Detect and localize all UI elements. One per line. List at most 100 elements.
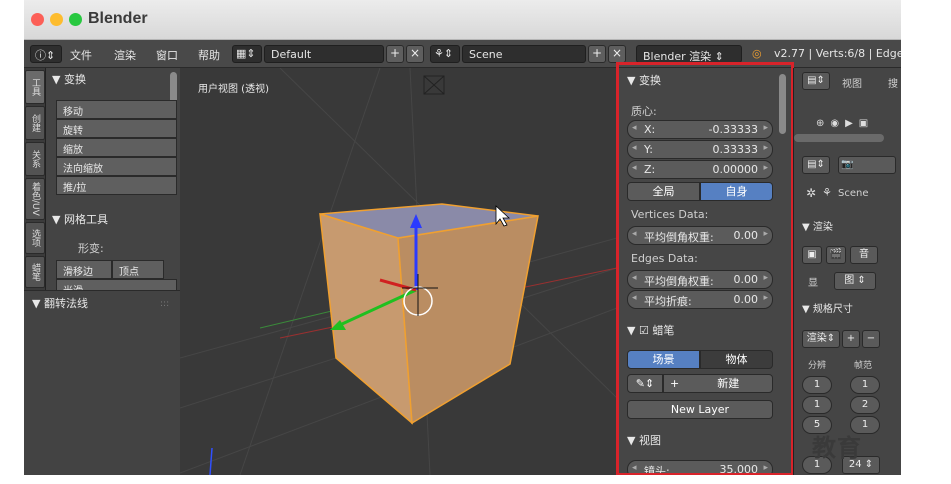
- deform-label: 形变:: [78, 242, 104, 255]
- version-stats: v2.77 | Verts:6/8 | Edges: [774, 47, 901, 60]
- remove-scene-button[interactable]: ×: [608, 45, 626, 63]
- flip-normals-header[interactable]: ▼ 翻转法线: [32, 295, 88, 315]
- slide-vertex-button[interactable]: 顶点: [112, 260, 164, 279]
- dimensions-panel-header[interactable]: ▼ 规格尺寸: [802, 300, 853, 320]
- gp-object-tab[interactable]: 物体: [700, 350, 773, 369]
- cube-mesh: [319, 203, 539, 425]
- tool-shelf: ▼ 变换 移动 旋转 缩放 法向缩放 推/拉 ▼ 网格工具 形变: 滑移边 顶点…: [46, 68, 180, 290]
- mesh-tools-header[interactable]: ▼ 网格工具: [52, 211, 108, 231]
- menu-help[interactable]: 帮助: [198, 47, 220, 63]
- camera-icon: [423, 75, 445, 95]
- scene-icon: ⚘: [434, 47, 444, 60]
- screen-layout-icon: ▦: [236, 47, 247, 60]
- scale-button[interactable]: 缩放: [56, 138, 177, 157]
- vertex-bevel-weight-field[interactable]: ◂ 平均倒角权重: 0.00 ▸: [627, 226, 773, 245]
- 3d-viewport[interactable]: 用户视图 (透视): [180, 68, 617, 475]
- tab-tools[interactable]: 工具: [25, 70, 45, 104]
- shrink-fatten-button[interactable]: 法向缩放: [56, 157, 177, 176]
- scene-context-label: Scene: [838, 188, 869, 199]
- info-icon: ⓘ: [35, 49, 46, 62]
- properties-context-tabs[interactable]: 📷: [838, 156, 896, 174]
- local-toggle[interactable]: 自身: [700, 182, 773, 201]
- render-preset-select[interactable]: 渲染⇕: [802, 330, 840, 348]
- transform-panel-header[interactable]: ▼ 变换: [52, 71, 86, 91]
- camera-render-icon: 📷: [841, 159, 854, 170]
- scene-field[interactable]: Scene: [462, 45, 586, 63]
- median-label: 质心:: [631, 105, 657, 118]
- layout-icon-selector[interactable]: ▦⇕: [232, 45, 262, 63]
- gp-brush-selector[interactable]: ✎⇕: [627, 374, 663, 393]
- window-title: Blender: [88, 10, 148, 27]
- push-pull-button[interactable]: 推/拉: [56, 176, 177, 195]
- lens-field[interactable]: ◂ 镜头: 35.000 ▸: [627, 460, 773, 475]
- title-bar: Blender: [24, 0, 901, 40]
- render-engine-select[interactable]: Blender 渲染 ⇕: [636, 45, 742, 63]
- scene-icon-selector[interactable]: ⚘⇕: [430, 45, 460, 63]
- menu-file[interactable]: 文件: [70, 47, 92, 63]
- layout-field[interactable]: Default: [264, 45, 384, 63]
- frame-start-field[interactable]: 1: [850, 376, 880, 394]
- remove-preset-button[interactable]: −: [862, 330, 880, 348]
- gp-scene-tab[interactable]: 场景: [627, 350, 700, 369]
- plus-icon: +: [670, 377, 680, 390]
- resolution-label: 分辨: [808, 361, 827, 371]
- display-mode-select[interactable]: 图 ⇕: [834, 272, 876, 290]
- n-transform-header[interactable]: ▼ 变换: [627, 72, 661, 92]
- add-scene-button[interactable]: +: [588, 45, 606, 63]
- display-label: 显: [808, 278, 818, 289]
- properties-editor: ▤⇕ 视图 搜 ⊕◉▶▣ ▤⇕ 📷 ✲ ⚘ Scene ▼ 渲染 ▣ 🎬 音 显…: [793, 68, 901, 475]
- outliner-restrict-icons[interactable]: ⊕◉▶▣: [816, 118, 874, 129]
- render-animation-button[interactable]: 🎬: [826, 246, 846, 264]
- add-layout-button[interactable]: +: [386, 45, 404, 63]
- close-window-button[interactable]: [31, 13, 44, 26]
- pin-icon[interactable]: ✲: [806, 186, 816, 200]
- render-panel-header[interactable]: ▼ 渲染: [802, 218, 833, 238]
- median-y-field[interactable]: ◂ Y: 0.33333 ▸: [627, 140, 773, 159]
- menu-window[interactable]: 窗口: [156, 47, 178, 63]
- blender-logo-icon: ◎: [752, 47, 762, 60]
- blender-window: Blender ⓘ⇕ 文件 渲染 窗口 帮助 ▦⇕ Default + × ⚘⇕…: [24, 0, 901, 475]
- remove-layout-button[interactable]: ×: [406, 45, 424, 63]
- new-layer-button[interactable]: New Layer: [627, 400, 773, 419]
- move-button[interactable]: 移动: [56, 100, 177, 119]
- outliner-view-menu[interactable]: 视图: [842, 75, 862, 90]
- smooth-button[interactable]: 光滑: [56, 279, 177, 290]
- info-header: ⓘ⇕ 文件 渲染 窗口 帮助 ▦⇕ Default + × ⚘⇕ Scene +…: [24, 40, 901, 68]
- resolution-x-field[interactable]: 1: [802, 376, 832, 394]
- mean-crease-field[interactable]: ◂ 平均折痕: 0.00 ▸: [627, 290, 773, 309]
- minimize-window-button[interactable]: [50, 13, 63, 26]
- properties-editor-selector[interactable]: ▤⇕: [802, 156, 830, 174]
- n-panel-scrollbar[interactable]: [779, 74, 786, 134]
- panel-grip-icon: :::: [160, 299, 170, 309]
- render-audio-button[interactable]: 音: [850, 246, 878, 264]
- rotate-button[interactable]: 旋转: [56, 119, 177, 138]
- outliner-scrollbar[interactable]: [794, 134, 884, 142]
- grease-pencil-label: 蜡笔: [652, 324, 675, 337]
- render-image-button[interactable]: ▣: [802, 246, 822, 264]
- tab-options[interactable]: 选项: [25, 222, 45, 254]
- tab-shading-uv[interactable]: 着色/UV: [25, 178, 45, 220]
- info-editor-selector[interactable]: ⓘ⇕: [30, 45, 62, 63]
- gp-new-button[interactable]: + 新建: [663, 374, 773, 393]
- grease-pencil-header[interactable]: ▼ ☑ 蜡笔: [627, 322, 674, 342]
- grease-pencil-checkbox[interactable]: ☑: [639, 324, 649, 337]
- tab-create[interactable]: 创建: [25, 106, 45, 140]
- outliner-editor-selector[interactable]: ▤⇕: [802, 72, 830, 90]
- median-z-field[interactable]: ◂ Z: 0.00000 ▸: [627, 160, 773, 179]
- tab-grease-pencil[interactable]: 蜡笔: [25, 256, 45, 288]
- zoom-window-button[interactable]: [69, 13, 82, 26]
- tool-shelf-tabs: 工具 创建 关系 着色/UV 选项 蜡笔: [24, 68, 46, 290]
- outliner-search-menu[interactable]: 搜: [888, 75, 898, 90]
- vertices-data-label: Vertices Data:: [631, 208, 709, 221]
- menu-render[interactable]: 渲染: [114, 47, 136, 63]
- tab-relations[interactable]: 关系: [25, 142, 45, 176]
- add-preset-button[interactable]: +: [842, 330, 860, 348]
- view-panel-header[interactable]: ▼ 视图: [627, 432, 661, 452]
- watermark: 教育: [812, 434, 862, 462]
- global-toggle[interactable]: 全局: [627, 182, 700, 201]
- slide-edge-button[interactable]: 滑移边: [56, 260, 112, 279]
- resolution-y-field[interactable]: 1: [802, 396, 832, 414]
- frame-end-field[interactable]: 2: [850, 396, 880, 414]
- edge-bevel-weight-field[interactable]: ◂ 平均倒角权重: 0.00 ▸: [627, 270, 773, 289]
- median-x-field[interactable]: ◂ X: -0.33333 ▸: [627, 120, 773, 139]
